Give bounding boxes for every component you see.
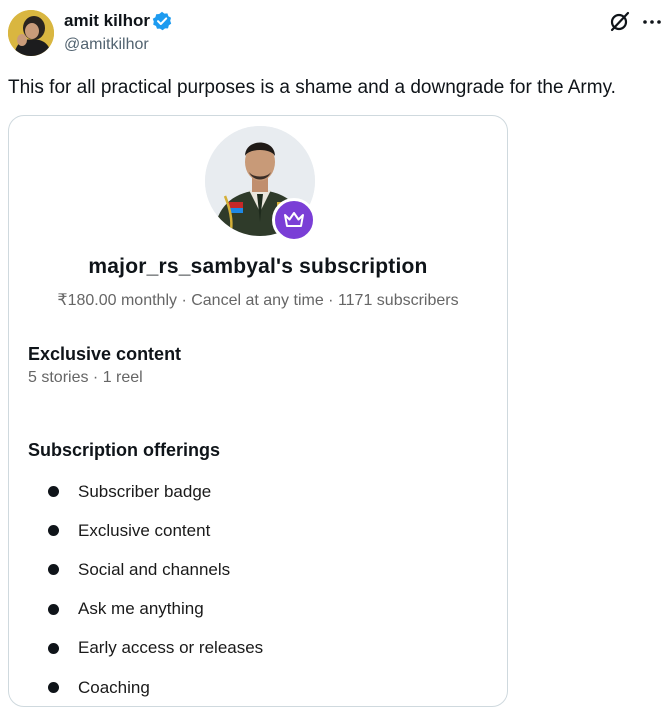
list-item: Coaching [28,668,488,707]
offering-label: Exclusive content [78,520,211,540]
subscription-offerings-heading: Subscription offerings [28,440,221,460]
bullet-icon [48,486,59,498]
exclusive-content-heading: Exclusive content [28,344,182,364]
list-item: Social and channels [28,550,488,589]
bullet-icon [48,525,59,537]
offering-label: Social and channels [78,559,231,579]
author-name[interactable]: amit kilhor [64,10,150,32]
crown-badge [272,198,316,242]
offering-label: Ask me anything [78,599,204,619]
bullet-icon [48,682,59,694]
grok-icon[interactable] [608,10,632,34]
subscription-title: major_rs_sambyal's subscription [88,255,428,278]
bullet-icon [48,603,59,615]
tweet-text: This for all practical purposes is a sha… [8,77,616,98]
offerings-list: Subscriber badge Exclusive content Socia… [28,472,488,707]
offering-label: Subscriber badge [78,481,212,501]
exclusive-content-detail: 5 stories · 1 reel [28,369,143,386]
more-icon[interactable] [640,10,664,34]
offering-label: Early access or releases [78,638,264,658]
author-handle[interactable]: @amitkilhor [64,35,149,55]
list-item: Subscriber badge [28,472,488,511]
list-item: Ask me anything [28,590,488,629]
bullet-icon [48,642,59,654]
author-avatar[interactable] [8,10,54,56]
verified-badge-icon [152,11,172,31]
bullet-icon [48,564,59,576]
list-item: Exclusive content [28,511,488,550]
list-item: Early access or releases [28,629,488,668]
offering-label: Coaching [78,677,150,697]
crown-icon [284,212,304,227]
subscription-meta: ₹180.00 monthly · Cancel at any time · 1… [57,292,459,309]
